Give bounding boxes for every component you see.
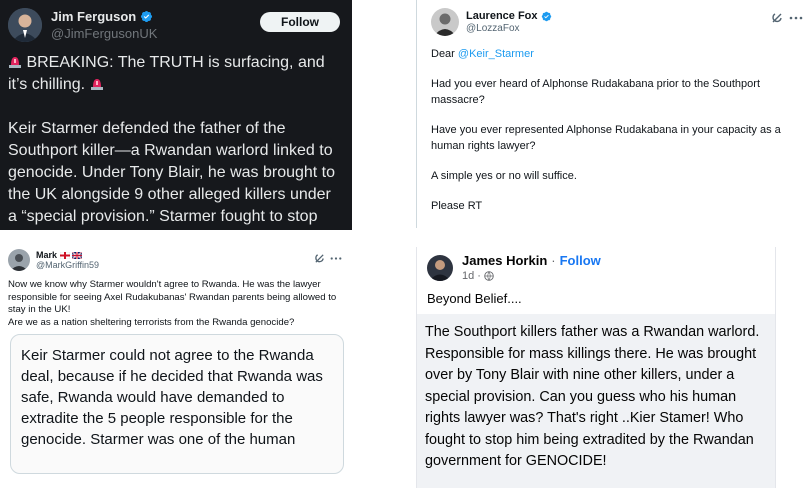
post-text-box: The Southport killers father was a Rwand…	[417, 314, 775, 488]
avatar[interactable]	[8, 249, 30, 271]
post-body: Now we know why Starmer wouldn't agree t…	[8, 279, 352, 329]
post-intro-text: Beyond Belief....	[427, 291, 522, 306]
avatar[interactable]	[431, 8, 459, 36]
globe-icon	[484, 271, 494, 281]
post-text-question: Are we as a nation sheltering terrorists…	[8, 316, 295, 328]
post-paragraph-1: BREAKING: The TRUTH is surfacing, and it…	[8, 52, 338, 96]
mention-link[interactable]: @Keir_Starmer	[458, 48, 534, 60]
post-meta: 1d ·	[462, 270, 601, 282]
follow-button[interactable]: Follow	[260, 12, 340, 32]
salutation-line: Dear @Keir_Starmer	[431, 46, 808, 62]
breaking-text: BREAKING: The TRUTH is surfacing, and it…	[8, 54, 325, 93]
question-1: Had you ever heard of Alphonse Rudakaban…	[431, 78, 761, 106]
author-handle[interactable]: @JimFergusonUK	[51, 26, 157, 41]
post-time[interactable]: 1d ·	[462, 270, 481, 282]
laurence-fox-post: Laurence Fox @LozzaFox Dear @Keir_Starme…	[416, 0, 808, 228]
verified-badge-icon	[140, 10, 153, 23]
avatar[interactable]	[8, 8, 42, 42]
mark-post: Mark @MarkGriffin59 Now we know why Star…	[0, 243, 352, 488]
author-name[interactable]: Laurence Fox	[466, 10, 538, 22]
avatar[interactable]	[427, 254, 453, 281]
question-2: Have you ever represented Alphonse Rudak…	[431, 124, 781, 152]
author-name[interactable]: Mark	[36, 250, 57, 260]
post-paragraph-2: Keir Starmer defended the father of the …	[8, 120, 336, 225]
more-options-icon[interactable]	[789, 12, 803, 24]
grok-icon[interactable]	[314, 253, 325, 264]
siren-icon	[90, 75, 104, 90]
england-flag-icon	[60, 251, 71, 259]
salutation: Dear	[431, 48, 455, 60]
grok-icon[interactable]	[771, 12, 783, 24]
verified-badge-icon	[541, 11, 552, 22]
please-rt-line: Please RT	[431, 200, 483, 212]
jim-ferguson-post: Jim Ferguson @JimFergusonUK Follow BREAK…	[0, 0, 352, 230]
james-horkin-post: James Horkin · Follow 1d · Beyond Belief…	[416, 247, 776, 488]
quoted-text-image[interactable]: Keir Starmer could not agree to the Rwan…	[10, 334, 344, 474]
uk-flag-icon	[72, 251, 83, 259]
follow-link[interactable]: Follow	[560, 253, 601, 268]
post-header: Laurence Fox @LozzaFox	[431, 8, 808, 36]
more-options-icon[interactable]	[330, 253, 342, 264]
post-header: James Horkin · Follow 1d ·	[427, 253, 775, 282]
author-name[interactable]: James Horkin	[462, 253, 547, 268]
author-handle[interactable]: @MarkGriffin59	[36, 260, 99, 270]
post-body: Dear @Keir_Starmer Had you ever heard of…	[431, 46, 808, 214]
post-text: Now we know why Starmer wouldn't agree t…	[8, 279, 337, 315]
siren-icon	[8, 53, 22, 68]
separator-dot: ·	[551, 253, 556, 268]
person-icon	[8, 249, 30, 271]
person-icon	[427, 254, 453, 281]
post-header: Mark @MarkGriffin59	[8, 249, 352, 271]
post-body: BREAKING: The TRUTH is surfacing, and it…	[8, 52, 352, 230]
author-handle[interactable]: @LozzaFox	[466, 23, 552, 34]
person-icon	[8, 8, 42, 42]
person-icon	[431, 8, 459, 36]
author-name[interactable]: Jim Ferguson	[51, 9, 136, 24]
suffice-line: A simple yes or no will suffice.	[431, 170, 577, 182]
